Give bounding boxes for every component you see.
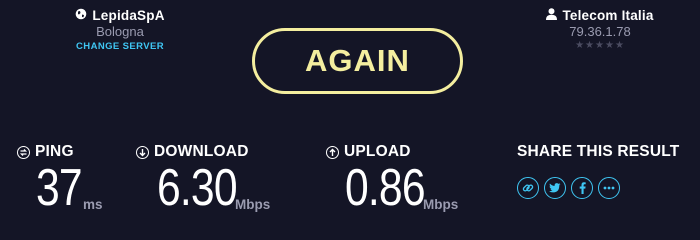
link-icon[interactable] [517,177,539,199]
ping-value: 37 [36,159,83,217]
isp-info: Telecom Italia 79.36.1.78 ★★★★★ [530,8,670,51]
share-title: SHARE THIS RESULT [517,143,680,160]
isp-ip: 79.36.1.78 [569,24,631,39]
server-name-row: LepidaSpA [40,8,200,23]
again-button[interactable]: AGAIN [252,28,463,94]
server-location: Bologna [96,24,144,39]
upload-arrow-icon [326,145,339,159]
isp-name: Telecom Italia [562,8,654,23]
more-icon[interactable] [598,177,620,199]
ping-unit: ms [83,197,103,212]
globe-icon [75,8,87,23]
download-value-row: 6.30 [157,159,238,217]
ping-icon [17,145,30,159]
facebook-icon[interactable] [571,177,593,199]
download-unit: Mbps [235,197,271,212]
isp-name-row: Telecom Italia [530,8,670,23]
isp-rating[interactable]: ★★★★★ [530,40,670,51]
server-name: LepidaSpA [92,8,165,23]
server-info: LepidaSpA Bologna CHANGE SERVER [40,8,200,52]
download-arrow-icon [136,145,149,159]
upload-value-row: 0.86 [345,159,426,217]
ping-value-row: 37 [36,159,83,217]
download-value: 6.30 [157,159,238,217]
upload-unit: Mbps [423,197,459,212]
twitter-icon[interactable] [544,177,566,199]
change-server-link[interactable]: CHANGE SERVER [40,41,200,52]
user-icon [546,8,558,23]
share-icons [517,177,620,199]
upload-value: 0.86 [345,159,426,217]
